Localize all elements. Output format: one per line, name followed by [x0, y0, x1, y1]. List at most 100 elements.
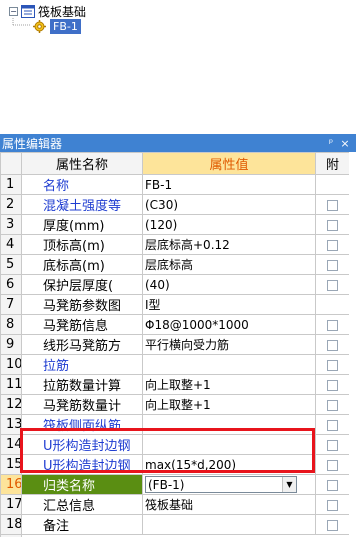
- attach-cell[interactable]: [315, 494, 350, 515]
- property-row[interactable]: 5 底标高(m) 层底标高: [0, 254, 350, 275]
- header-attach[interactable]: 附: [315, 152, 350, 175]
- pin-icon[interactable]: ᵖ: [324, 138, 338, 149]
- property-value-combo-cell[interactable]: (FB-1) ▼: [142, 474, 316, 495]
- property-row[interactable]: 10 拉筋: [0, 354, 350, 375]
- tree-node-fb-1[interactable]: FB-1: [31, 18, 81, 34]
- property-value[interactable]: (40): [142, 274, 316, 295]
- property-name: 马凳筋信息: [21, 314, 143, 335]
- property-row[interactable]: 17 汇总信息 筏板基础: [0, 494, 350, 515]
- attach-cell[interactable]: [315, 214, 350, 235]
- property-row[interactable]: 18 备注: [0, 514, 350, 535]
- property-name: 混凝土强度等: [21, 194, 143, 215]
- attach-cell[interactable]: [315, 414, 350, 435]
- tree-selected-label: FB-1: [50, 18, 81, 34]
- property-editor-header: 属性编辑器 ᵖ ×: [0, 134, 356, 152]
- component-gear-icon: [33, 19, 46, 33]
- attach-cell[interactable]: [315, 434, 350, 455]
- attach-cell[interactable]: [315, 334, 350, 355]
- attach-checkbox[interactable]: [327, 359, 338, 371]
- header-property-name[interactable]: 属性名称: [21, 152, 143, 175]
- attach-cell[interactable]: [315, 474, 350, 495]
- attach-checkbox[interactable]: [327, 199, 338, 211]
- row-number: 17: [0, 494, 22, 515]
- property-row[interactable]: 14 U形构造封边钢: [0, 434, 350, 455]
- property-row[interactable]: 6 保护层厚度((40): [0, 274, 350, 295]
- attach-cell[interactable]: [315, 274, 350, 295]
- property-row[interactable]: 1 名称 FB-1: [0, 174, 350, 195]
- attach-cell[interactable]: [315, 394, 350, 415]
- property-value[interactable]: Φ18@1000*1000: [142, 314, 316, 335]
- property-value[interactable]: (C30): [142, 194, 316, 215]
- property-value[interactable]: max(15*d,200): [142, 454, 316, 475]
- property-value[interactable]: 向上取整+1: [142, 394, 316, 415]
- row-number: 4: [0, 234, 22, 255]
- row-number: 12: [0, 394, 22, 415]
- property-value[interactable]: [142, 434, 316, 455]
- row-number: 9: [0, 334, 22, 355]
- row-number: 10: [0, 354, 22, 375]
- attach-cell[interactable]: [315, 354, 350, 375]
- property-row[interactable]: 2 混凝土强度等 (C30): [0, 194, 350, 215]
- header-index: [0, 152, 22, 175]
- row-number: 14: [0, 434, 22, 455]
- attach-checkbox[interactable]: [327, 519, 338, 531]
- property-row[interactable]: 12 马凳筋数量计 向上取整+1: [0, 394, 350, 415]
- property-row[interactable]: 15 U形构造封边钢 max(15*d,200): [0, 454, 350, 475]
- property-value[interactable]: [142, 514, 316, 535]
- attach-checkbox[interactable]: [327, 419, 338, 431]
- collapse-icon[interactable]: −: [9, 6, 18, 16]
- property-value[interactable]: 平行横向受力筋: [142, 334, 316, 355]
- property-row[interactable]: 16 归类名称 (FB-1) ▼: [0, 474, 350, 495]
- row-number: 5: [0, 254, 22, 275]
- attach-checkbox[interactable]: [327, 459, 338, 471]
- attach-checkbox[interactable]: [327, 479, 338, 491]
- property-row[interactable]: 7 马凳筋参数图 Ⅰ型: [0, 294, 350, 315]
- tree-node-root[interactable]: − 筏板基础: [9, 3, 86, 19]
- component-group-icon: [21, 4, 35, 18]
- property-value[interactable]: [142, 414, 316, 435]
- property-row[interactable]: 8 马凳筋信息 Φ18@1000*1000: [0, 314, 350, 335]
- attach-checkbox[interactable]: [327, 239, 338, 251]
- attach-checkbox[interactable]: [327, 279, 338, 291]
- property-value[interactable]: 层底标高: [142, 254, 316, 275]
- property-name: 拉筋数量计算: [21, 374, 143, 395]
- attach-checkbox[interactable]: [327, 219, 338, 231]
- attach-cell[interactable]: [315, 514, 350, 535]
- row-number: 6: [0, 274, 22, 295]
- property-row[interactable]: 4 顶标高(m) 层底标高+0.12: [0, 234, 350, 255]
- attach-cell[interactable]: [315, 194, 350, 215]
- close-icon[interactable]: ×: [338, 137, 352, 150]
- attach-checkbox[interactable]: [327, 339, 338, 351]
- property-name: 顶标高(m): [21, 234, 143, 255]
- attach-checkbox[interactable]: [327, 439, 338, 451]
- attach-checkbox[interactable]: [327, 379, 338, 391]
- property-name: 归类名称: [21, 474, 143, 495]
- attach-checkbox[interactable]: [327, 499, 338, 511]
- property-value[interactable]: FB-1: [142, 174, 316, 195]
- property-value[interactable]: 筏板基础: [142, 494, 316, 515]
- property-grid: 属性名称 属性值 附 1 名称 FB-1 2 混凝土强度等 (C30) 3 厚度(mm) (12…: [0, 152, 356, 537]
- tree-root-label: 筏板基础: [38, 4, 87, 19]
- attach-cell[interactable]: [315, 454, 350, 475]
- chevron-down-icon[interactable]: ▼: [282, 477, 296, 492]
- attach-cell[interactable]: [315, 374, 350, 395]
- property-value[interactable]: 层底标高+0.12: [142, 234, 316, 255]
- attach-cell[interactable]: [315, 254, 350, 275]
- property-value[interactable]: (120): [142, 214, 316, 235]
- attach-cell[interactable]: [315, 234, 350, 255]
- property-value[interactable]: 向上取整+1: [142, 374, 316, 395]
- category-name-dropdown[interactable]: (FB-1) ▼: [145, 476, 297, 493]
- attach-checkbox[interactable]: [327, 399, 338, 411]
- property-row[interactable]: 3 厚度(mm) (120): [0, 214, 350, 235]
- property-value[interactable]: [142, 354, 316, 375]
- property-row[interactable]: 11 拉筋数量计算 向上取整+1: [0, 374, 350, 395]
- row-number: 3: [0, 214, 22, 235]
- property-row[interactable]: 9 线形马凳筋方 平行横向受力筋: [0, 334, 350, 355]
- attach-checkbox[interactable]: [327, 259, 338, 271]
- row-number: 11: [0, 374, 22, 395]
- header-property-value[interactable]: 属性值: [142, 152, 316, 175]
- property-value[interactable]: Ⅰ型: [142, 294, 316, 315]
- attach-cell[interactable]: [315, 314, 350, 335]
- property-row[interactable]: 13 筏板侧面纵筋: [0, 414, 350, 435]
- attach-checkbox[interactable]: [327, 319, 338, 331]
